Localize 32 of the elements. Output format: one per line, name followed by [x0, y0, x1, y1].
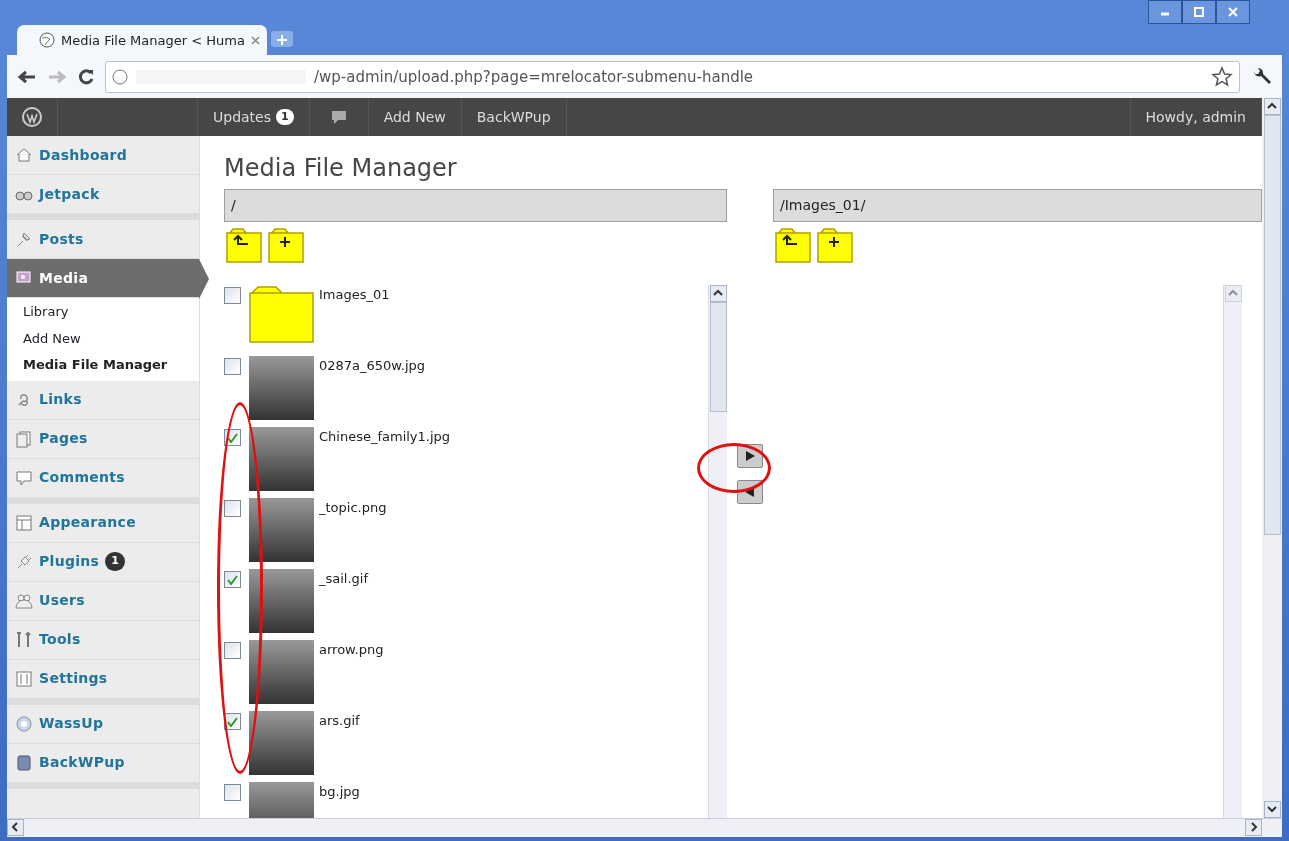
address-bar[interactable]: /wp-admin/upload.php?page=mrelocator-submenu-handle: [105, 60, 1240, 93]
update-count-badge: 1: [276, 108, 294, 126]
file-name: ars.gif: [319, 712, 360, 730]
path-field[interactable]: /Images_01/: [773, 189, 1262, 222]
sidebar-item[interactable]: Settings: [7, 659, 199, 699]
sidebar-item[interactable]: Appearance: [7, 503, 199, 543]
file-name: Images_01: [319, 286, 390, 304]
sidebar-item[interactable]: Comments: [7, 458, 199, 498]
page-title: Media File Manager: [224, 154, 458, 183]
sidebar-item[interactable]: Plugins 1: [7, 542, 199, 582]
file-name: Chinese_family1.jpg: [319, 428, 451, 446]
sidebar-item[interactable]: Jetpack: [7, 175, 199, 215]
update-count-badge: 1: [105, 552, 126, 571]
tab-title: Media File Manager < Huma: [61, 31, 245, 50]
sidebar-item[interactable]: Dashboard: [7, 136, 199, 176]
browser-tab[interactable]: Media File Manager < Huma: [17, 25, 267, 56]
file-name: bg.jpg: [319, 783, 360, 801]
sidebar-item[interactable]: Pages: [7, 419, 199, 459]
file-name: 0287a_650w.jpg: [319, 357, 426, 375]
file-name: arrow.png: [319, 641, 384, 659]
sidebar-item[interactable]: Links: [7, 380, 199, 420]
url-text: /wp-admin/upload.php?page=mrelocator-submenu-handle: [314, 66, 755, 88]
sidebar-item[interactable]: BackWPup: [7, 743, 199, 783]
file-name: _sail.gif: [319, 570, 369, 588]
sidebar-item[interactable]: Tools: [7, 620, 199, 660]
path-field[interactable]: /: [224, 189, 727, 222]
sidebar-item[interactable]: WassUp: [7, 704, 199, 744]
submenu-link[interactable]: Add New: [23, 328, 199, 349]
submenu-link[interactable]: Media File Manager: [23, 355, 199, 375]
submenu-link[interactable]: Library: [23, 302, 199, 322]
file-name: _topic.png: [319, 499, 387, 517]
sidebar-item[interactable]: Users: [7, 581, 199, 621]
